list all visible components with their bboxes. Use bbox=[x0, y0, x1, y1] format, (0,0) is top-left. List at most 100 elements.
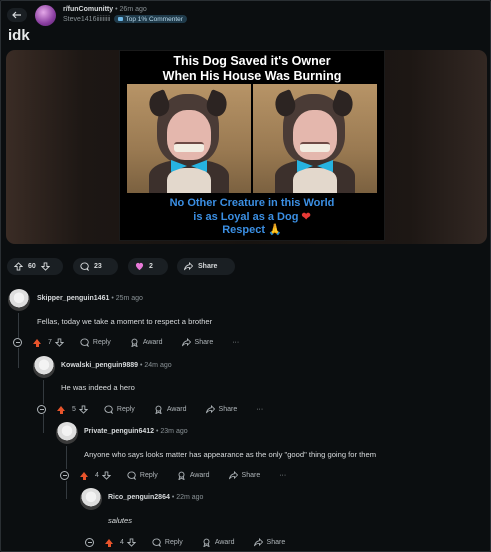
comment-vote-count: 4 bbox=[95, 471, 99, 479]
flair-text: Top 1% Commenter bbox=[125, 15, 183, 23]
avatar[interactable] bbox=[80, 488, 102, 510]
comment-actions: 7 Reply Award Share ··· bbox=[13, 336, 239, 348]
comment-actions: 4 Reply Award Share ··· bbox=[60, 469, 286, 481]
share-icon bbox=[228, 470, 238, 479]
collapse-thread-icon[interactable] bbox=[37, 404, 46, 414]
more-options-button[interactable]: ··· bbox=[232, 339, 239, 346]
award-button[interactable]: Award bbox=[154, 405, 187, 414]
flair-badge: Top 1% Commenter bbox=[114, 15, 187, 23]
post-title: idk bbox=[8, 27, 30, 44]
comment-author[interactable]: Private_penguin6412 bbox=[84, 428, 154, 435]
share-icon bbox=[181, 337, 191, 346]
share-icon bbox=[253, 537, 263, 546]
dog-photo-right bbox=[253, 84, 377, 193]
downvote-icon[interactable] bbox=[54, 337, 64, 347]
downvote-icon[interactable] bbox=[126, 537, 136, 547]
share-button[interactable]: Share bbox=[253, 537, 285, 547]
comment-count: 23 bbox=[94, 263, 102, 270]
comment-actions: 5 Reply Award Share ··· bbox=[37, 403, 263, 415]
thread-line[interactable] bbox=[18, 313, 19, 338]
thread-line[interactable] bbox=[43, 414, 44, 433]
reply-button[interactable]: Reply bbox=[104, 404, 135, 414]
avatar[interactable] bbox=[56, 422, 78, 444]
comment-time: • 24m ago bbox=[139, 362, 172, 369]
reply-icon bbox=[80, 337, 89, 347]
collapse-thread-icon[interactable] bbox=[85, 537, 94, 547]
upvote-icon[interactable] bbox=[105, 538, 113, 547]
comment-vote-count: 5 bbox=[72, 405, 76, 413]
thread-line[interactable] bbox=[66, 481, 67, 499]
post-time: 26m ago bbox=[119, 6, 147, 13]
comment-actions: 4 Reply Award Share bbox=[85, 536, 285, 548]
comment-time: • 22m ago bbox=[171, 494, 204, 501]
upvote-icon[interactable] bbox=[14, 262, 23, 271]
award-icon bbox=[203, 538, 210, 547]
reply-icon bbox=[104, 404, 113, 414]
comment-author-line: Private_penguin6412 • 23m ago bbox=[84, 428, 188, 435]
back-button[interactable] bbox=[7, 8, 27, 22]
comment-body: salutes bbox=[108, 516, 133, 525]
more-options-button[interactable]: ··· bbox=[279, 472, 286, 479]
thread-line[interactable] bbox=[43, 380, 44, 404]
comment-time: • 25m ago bbox=[111, 295, 143, 302]
arrow-left-icon bbox=[12, 11, 21, 19]
award-icon bbox=[155, 405, 162, 414]
share-icon bbox=[184, 262, 193, 271]
comment-time: • 23m ago bbox=[155, 428, 188, 435]
reply-button[interactable]: Reply bbox=[127, 470, 158, 480]
share-button[interactable]: Share bbox=[205, 404, 237, 414]
share-button[interactable]: Share bbox=[228, 470, 260, 480]
comment-author-line: Skipper_penguin1461 • 25m ago bbox=[37, 295, 143, 302]
downvote-icon[interactable] bbox=[101, 470, 111, 480]
avatar[interactable] bbox=[8, 289, 30, 311]
comments-button[interactable]: 23 bbox=[73, 258, 118, 275]
meme-bottom-text: No Other Creature in this World is as Lo… bbox=[169, 197, 335, 236]
upvote-icon[interactable] bbox=[33, 338, 41, 347]
comment-author[interactable]: Kowalski_penguin9889 bbox=[61, 362, 138, 369]
upvote-icon[interactable] bbox=[57, 405, 65, 414]
award-button[interactable]: Award bbox=[177, 471, 210, 480]
thread-line[interactable] bbox=[18, 348, 19, 368]
thread-line[interactable] bbox=[66, 446, 67, 469]
reply-button[interactable]: Reply bbox=[80, 337, 111, 347]
collapse-thread-icon[interactable] bbox=[13, 337, 22, 347]
award-icon bbox=[131, 338, 138, 347]
reply-button[interactable]: Reply bbox=[152, 537, 183, 547]
comment-body: Anyone who says looks matter has appeara… bbox=[84, 450, 377, 459]
downvote-icon[interactable] bbox=[40, 262, 50, 271]
award-count: 2 bbox=[149, 263, 153, 270]
post-image[interactable]: This Dog Saved it's Owner When His House… bbox=[6, 50, 487, 244]
avatar[interactable] bbox=[33, 356, 55, 378]
meme-top-text: This Dog Saved it's Owner When His House… bbox=[162, 54, 342, 83]
commenter-badge-icon bbox=[118, 17, 124, 21]
subreddit-name[interactable]: r/funComunitty bbox=[63, 6, 113, 13]
comment-icon bbox=[80, 262, 89, 271]
award-button[interactable]: Award bbox=[202, 538, 235, 547]
share-button[interactable]: Share bbox=[177, 258, 235, 275]
reply-icon bbox=[152, 537, 161, 547]
subreddit-line: r/funComunitty • 26m ago bbox=[63, 6, 147, 13]
share-label: Share bbox=[198, 263, 218, 270]
heart-icon: ❤ bbox=[301, 210, 311, 223]
comment-author[interactable]: Skipper_penguin1461 bbox=[37, 295, 109, 302]
comment-vote-count: 7 bbox=[48, 338, 52, 346]
downvote-icon[interactable] bbox=[78, 404, 88, 414]
comment-author-line: Rico_penguin2864 • 22m ago bbox=[108, 494, 203, 501]
comment-body: He was indeed a hero bbox=[61, 383, 135, 392]
post-username[interactable]: Steve1416iiiiiiiii bbox=[63, 16, 110, 23]
meme-image: This Dog Saved it's Owner When His House… bbox=[119, 50, 385, 241]
comment-body: Fellas, today we take a moment to respec… bbox=[37, 317, 213, 326]
award-icon bbox=[135, 262, 144, 271]
award-button[interactable]: 2 bbox=[128, 258, 168, 275]
vote-bar: 60 bbox=[7, 258, 63, 275]
user-line: Steve1416iiiiiiiii Top 1% Commenter bbox=[63, 15, 187, 23]
upvote-icon[interactable] bbox=[80, 471, 88, 480]
comment-author[interactable]: Rico_penguin2864 bbox=[108, 494, 170, 501]
subreddit-avatar[interactable] bbox=[35, 5, 56, 26]
post-vote-count: 60 bbox=[28, 263, 36, 270]
collapse-thread-icon[interactable] bbox=[60, 470, 69, 480]
share-button[interactable]: Share bbox=[181, 337, 213, 347]
award-icon bbox=[178, 471, 185, 480]
more-options-button[interactable]: ··· bbox=[256, 406, 263, 413]
award-button[interactable]: Award bbox=[130, 338, 163, 347]
